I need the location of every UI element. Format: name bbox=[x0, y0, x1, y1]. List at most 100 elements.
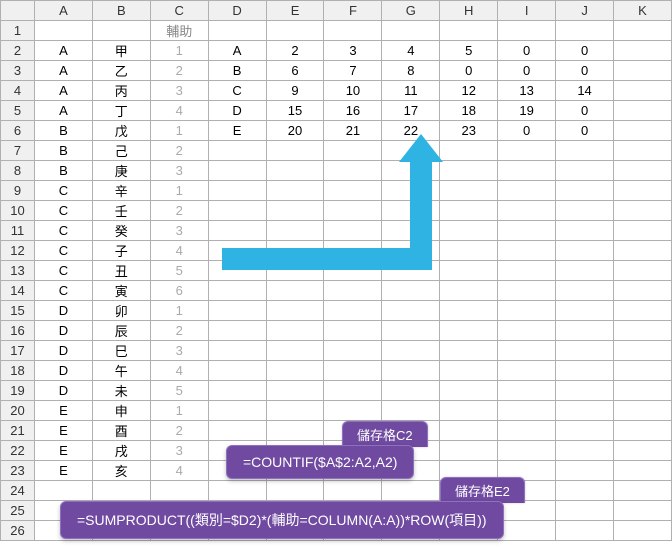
cell-J11[interactable] bbox=[556, 221, 614, 241]
cell-C10[interactable]: 2 bbox=[150, 201, 208, 221]
col-header-C[interactable]: C bbox=[150, 1, 208, 21]
row-header-13[interactable]: 13 bbox=[1, 261, 35, 281]
cell-A14[interactable]: C bbox=[34, 281, 92, 301]
cell-D21[interactable] bbox=[208, 421, 266, 441]
cell-B11[interactable]: 癸 bbox=[92, 221, 150, 241]
cell-J23[interactable] bbox=[556, 461, 614, 481]
cell-A7[interactable]: B bbox=[34, 141, 92, 161]
col-header-D[interactable]: D bbox=[208, 1, 266, 21]
cell-K26[interactable] bbox=[614, 521, 672, 541]
cell-J9[interactable] bbox=[556, 181, 614, 201]
row-header-9[interactable]: 9 bbox=[1, 181, 35, 201]
cell-F19[interactable] bbox=[324, 381, 382, 401]
cell-A2[interactable]: A bbox=[34, 41, 92, 61]
cell-I15[interactable] bbox=[498, 301, 556, 321]
col-header-J[interactable]: J bbox=[556, 1, 614, 21]
cell-K1[interactable] bbox=[614, 21, 672, 41]
cell-E1[interactable]: 第1項 bbox=[266, 21, 324, 41]
cell-C15[interactable]: 1 bbox=[150, 301, 208, 321]
cell-H4[interactable]: 12 bbox=[440, 81, 498, 101]
cell-G15[interactable] bbox=[382, 301, 440, 321]
cell-C11[interactable]: 3 bbox=[150, 221, 208, 241]
cell-E6[interactable]: 20 bbox=[266, 121, 324, 141]
cell-G5[interactable]: 17 bbox=[382, 101, 440, 121]
cell-I17[interactable] bbox=[498, 341, 556, 361]
cell-H1[interactable]: 第4項 bbox=[440, 21, 498, 41]
cell-K25[interactable] bbox=[614, 501, 672, 521]
cell-I1[interactable]: 第5項 bbox=[498, 21, 556, 41]
cell-C16[interactable]: 2 bbox=[150, 321, 208, 341]
cell-A19[interactable]: D bbox=[34, 381, 92, 401]
cell-B15[interactable]: 卯 bbox=[92, 301, 150, 321]
cell-C22[interactable]: 3 bbox=[150, 441, 208, 461]
cell-K23[interactable] bbox=[614, 461, 672, 481]
cell-J17[interactable] bbox=[556, 341, 614, 361]
cell-F4[interactable]: 10 bbox=[324, 81, 382, 101]
cell-H2[interactable]: 5 bbox=[440, 41, 498, 61]
cell-I7[interactable] bbox=[498, 141, 556, 161]
cell-A13[interactable]: C bbox=[34, 261, 92, 281]
cell-C3[interactable]: 2 bbox=[150, 61, 208, 81]
cell-E17[interactable] bbox=[266, 341, 324, 361]
cell-F3[interactable]: 7 bbox=[324, 61, 382, 81]
cell-I4[interactable]: 13 bbox=[498, 81, 556, 101]
row-header-16[interactable]: 16 bbox=[1, 321, 35, 341]
cell-A22[interactable]: E bbox=[34, 441, 92, 461]
cell-C13[interactable]: 5 bbox=[150, 261, 208, 281]
row-header-20[interactable]: 20 bbox=[1, 401, 35, 421]
cell-C2[interactable]: 1 bbox=[150, 41, 208, 61]
cell-F2[interactable]: 3 bbox=[324, 41, 382, 61]
cell-F14[interactable] bbox=[324, 281, 382, 301]
cell-J2[interactable]: 0 bbox=[556, 41, 614, 61]
cell-J21[interactable] bbox=[556, 421, 614, 441]
cell-I3[interactable]: 0 bbox=[498, 61, 556, 81]
cell-G20[interactable] bbox=[382, 401, 440, 421]
cell-C21[interactable]: 2 bbox=[150, 421, 208, 441]
cell-G3[interactable]: 8 bbox=[382, 61, 440, 81]
cell-D17[interactable] bbox=[208, 341, 266, 361]
row-header-1[interactable]: 1 bbox=[1, 21, 35, 41]
cell-K19[interactable] bbox=[614, 381, 672, 401]
cell-B7[interactable]: 己 bbox=[92, 141, 150, 161]
cell-H5[interactable]: 18 bbox=[440, 101, 498, 121]
cell-B16[interactable]: 辰 bbox=[92, 321, 150, 341]
cell-G19[interactable] bbox=[382, 381, 440, 401]
row-header-17[interactable]: 17 bbox=[1, 341, 35, 361]
cell-K10[interactable] bbox=[614, 201, 672, 221]
row-header-25[interactable]: 25 bbox=[1, 501, 35, 521]
col-header-G[interactable]: G bbox=[382, 1, 440, 21]
row-header-21[interactable]: 21 bbox=[1, 421, 35, 441]
cell-B22[interactable]: 戌 bbox=[92, 441, 150, 461]
cell-C20[interactable]: 1 bbox=[150, 401, 208, 421]
cell-F6[interactable]: 21 bbox=[324, 121, 382, 141]
cell-H12[interactable] bbox=[440, 241, 498, 261]
cell-D20[interactable] bbox=[208, 401, 266, 421]
cell-C18[interactable]: 4 bbox=[150, 361, 208, 381]
cell-E4[interactable]: 9 bbox=[266, 81, 324, 101]
cell-J24[interactable] bbox=[556, 481, 614, 501]
row-header-6[interactable]: 6 bbox=[1, 121, 35, 141]
cell-H3[interactable]: 0 bbox=[440, 61, 498, 81]
cell-D10[interactable] bbox=[208, 201, 266, 221]
cell-E11[interactable] bbox=[266, 221, 324, 241]
cell-E14[interactable] bbox=[266, 281, 324, 301]
row-header-12[interactable]: 12 bbox=[1, 241, 35, 261]
cell-B9[interactable]: 辛 bbox=[92, 181, 150, 201]
row-header-5[interactable]: 5 bbox=[1, 101, 35, 121]
cell-E21[interactable] bbox=[266, 421, 324, 441]
cell-I12[interactable] bbox=[498, 241, 556, 261]
cell-E10[interactable] bbox=[266, 201, 324, 221]
cell-B10[interactable]: 壬 bbox=[92, 201, 150, 221]
cell-I26[interactable] bbox=[498, 521, 556, 541]
cell-E9[interactable] bbox=[266, 181, 324, 201]
cell-F18[interactable] bbox=[324, 361, 382, 381]
cell-E8[interactable] bbox=[266, 161, 324, 181]
cell-C6[interactable]: 1 bbox=[150, 121, 208, 141]
cell-H13[interactable] bbox=[440, 261, 498, 281]
cell-C7[interactable]: 2 bbox=[150, 141, 208, 161]
cell-D24[interactable] bbox=[208, 481, 266, 501]
cell-D7[interactable] bbox=[208, 141, 266, 161]
cell-E7[interactable] bbox=[266, 141, 324, 161]
cell-A11[interactable]: C bbox=[34, 221, 92, 241]
cell-H15[interactable] bbox=[440, 301, 498, 321]
